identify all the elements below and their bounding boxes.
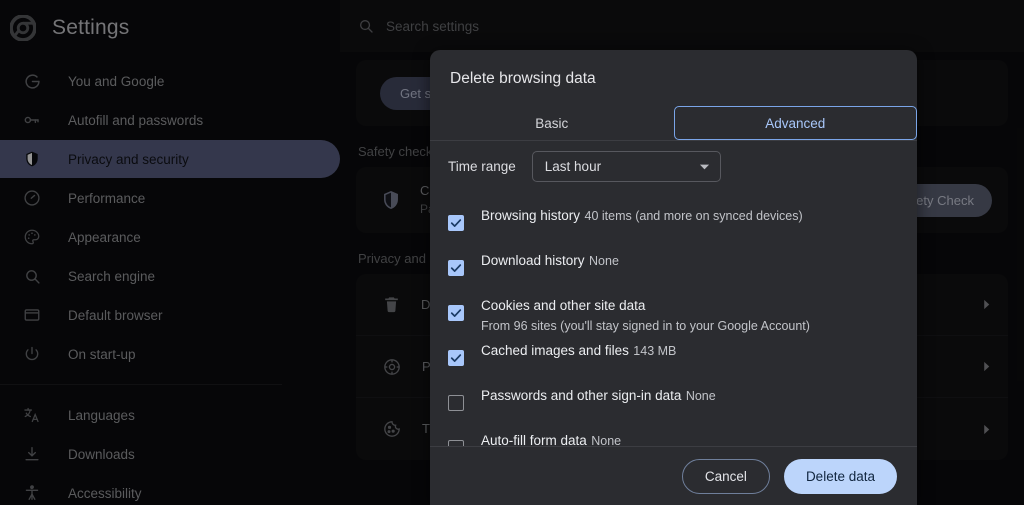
tab-label: Basic — [535, 116, 568, 131]
cancel-button[interactable]: Cancel — [682, 459, 770, 494]
checkbox-title: Cached images and files — [481, 343, 629, 358]
checkbox-row-cookies-and-other-site-data[interactable]: Cookies and other site data From 96 site… — [430, 292, 917, 337]
checkbox-text: Cookies and other site data From 96 site… — [481, 292, 899, 336]
time-range-row: Time range Last hour — [430, 141, 917, 192]
tab-label: Advanced — [765, 116, 825, 131]
chevron-down-icon — [699, 163, 710, 171]
checkbox-detail: None — [589, 254, 619, 268]
checkbox-detail: None — [686, 389, 716, 403]
checkbox-text: Cached images and files 143 MB — [481, 337, 676, 361]
checkbox-detail: None — [591, 434, 621, 446]
checkbox-title: Cookies and other site data — [481, 298, 645, 313]
checkbox-icon[interactable] — [448, 260, 464, 276]
checkbox-row-passwords-and-other-sign-in-data[interactable]: Passwords and other sign-in data None — [430, 382, 917, 427]
checkbox-text: Auto-fill form data None — [481, 427, 621, 446]
time-range-value: Last hour — [545, 159, 699, 174]
dialog-tabs: Basic Advanced — [430, 106, 917, 140]
checkbox-icon[interactable] — [448, 350, 464, 366]
tab-advanced[interactable]: Advanced — [674, 106, 918, 140]
checkbox-detail: From 96 sites (you'll stay signed in to … — [481, 319, 810, 333]
checkbox-row-download-history[interactable]: Download history None — [430, 247, 917, 292]
data-types-list: Browsing history 40 items (and more on s… — [430, 192, 917, 446]
dialog-footer: Cancel Delete data — [430, 446, 917, 505]
checkbox-row-auto-fill-form-data[interactable]: Auto-fill form data None — [430, 427, 917, 446]
time-range-select[interactable]: Last hour — [532, 151, 721, 182]
checkbox-detail: 143 MB — [633, 344, 676, 358]
checkbox-detail: 40 items (and more on synced devices) — [585, 209, 803, 223]
checkbox-text: Passwords and other sign-in data None — [481, 382, 716, 406]
delete-data-button[interactable]: Delete data — [784, 459, 897, 494]
time-range-label: Time range — [448, 159, 516, 174]
checkbox-icon[interactable] — [448, 305, 464, 321]
checkbox-row-browsing-history[interactable]: Browsing history 40 items (and more on s… — [430, 202, 917, 247]
checkbox-title: Passwords and other sign-in data — [481, 388, 681, 403]
tab-basic[interactable]: Basic — [430, 106, 674, 140]
checkbox-text: Download history None — [481, 247, 619, 271]
dialog-title: Delete browsing data — [430, 50, 917, 90]
checkbox-title: Browsing history — [481, 208, 580, 223]
checkbox-row-cached-images-and-files[interactable]: Cached images and files 143 MB — [430, 337, 917, 382]
checkbox-title: Download history — [481, 253, 585, 268]
checkbox-text: Browsing history 40 items (and more on s… — [481, 202, 803, 226]
checkbox-icon[interactable] — [448, 395, 464, 411]
delete-browsing-data-dialog: Delete browsing data Basic Advanced Time… — [430, 50, 917, 505]
settings-window: Settings You and Google — [0, 0, 1024, 505]
checkbox-icon[interactable] — [448, 215, 464, 231]
checkbox-title: Auto-fill form data — [481, 433, 587, 446]
